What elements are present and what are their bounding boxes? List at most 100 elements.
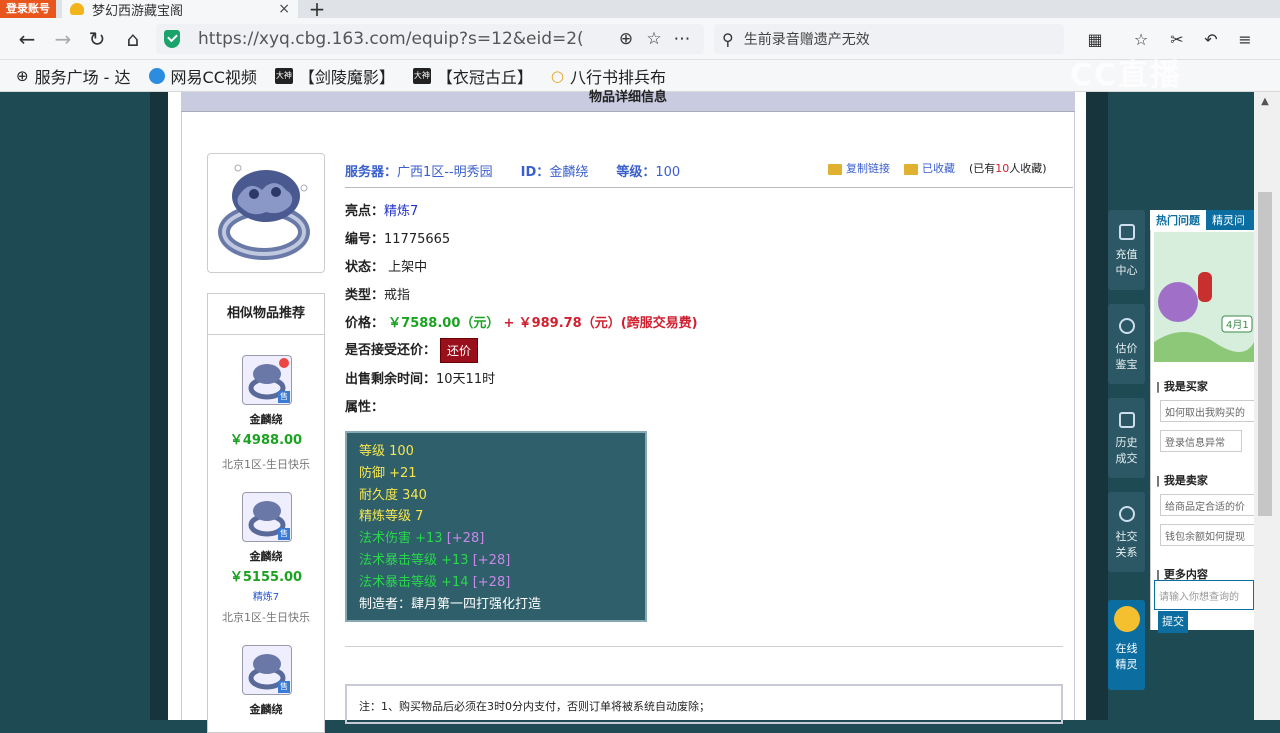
help-submit-button[interactable]: 提交 [1158,611,1188,633]
forward-arrow-icon[interactable]: → [50,26,76,52]
assistant-label: 精灵 [1115,658,1138,671]
promo-illustration: 4月1 [1154,232,1254,362]
search-box[interactable]: ⚲ 生前录音赠遗产无效 [714,24,1064,54]
bookmark-label: 【衣冠古丘】 [436,67,533,87]
status-label: 状态： [345,260,385,275]
bookmark-item[interactable]: 网易CC视频 [148,64,257,88]
page-stripe-right [1086,92,1108,720]
similar-item-server: 北京1区-生日快乐 [222,611,310,624]
apps-grid-icon[interactable]: ▦ [1084,30,1106,50]
bookmark-item[interactable]: 大神 【衣冠古丘】 [412,64,533,88]
tab-close-icon[interactable]: × [278,1,290,17]
scrollbar-thumb[interactable] [1258,192,1272,516]
address-bar[interactable]: https://xyq.cbg.163.com/equip?s=12&eid=2… [156,24,704,54]
history-icon [1118,412,1135,428]
ring-icon [218,164,310,260]
bookmark-item[interactable]: ⊕ 服务广场 - 达 [16,64,131,88]
undo-icon[interactable]: ↶ [1200,30,1222,50]
similar-items-title: 相似物品推荐 [207,293,325,335]
type-row: 类型：戒指 [345,284,410,303]
tab-hot-questions[interactable]: 热门问题 [1150,210,1206,230]
price-row: 价格： ￥7588.00（元） + ￥989.78（元）(跨服交易费) [345,312,698,331]
url-text[interactable]: https://xyq.cbg.163.com/equip?s=12&eid=2… [198,29,612,49]
history-deals-button[interactable]: 历史 成交 [1108,398,1145,478]
attribute-line: 防御 +21 [359,465,417,481]
magic-attribute-text: 法术伤害 +13 [359,531,443,547]
highlight-row: 亮点：精炼7 [345,200,418,219]
online-assistant-button[interactable]: 在线 精灵 [1108,600,1145,690]
menu-icon[interactable]: ≡ [1234,30,1256,50]
recharge-center-button[interactable]: 充值 中心 [1108,210,1145,290]
bookmark-label: 网易CC视频 [170,67,257,87]
tab-assistant[interactable]: 精灵问 [1206,210,1251,230]
similar-item-name[interactable]: 金麟绕 [207,411,325,427]
bookmark-star-icon[interactable]: ☆ [640,29,668,49]
price-label: 价格： [345,316,385,331]
side-label: 历史 [1115,436,1138,449]
section-title: 物品详细信息 [181,91,1075,112]
purchase-notice: 注：1、购买物品后必须在3时0分内支付，否则订单将被系统自动废除； [345,684,1063,724]
side-label: 估价 [1115,342,1138,355]
similar-item-name[interactable]: 金麟绕 [207,548,325,564]
favorited-label: 已收藏 [922,162,955,175]
more-dots-icon[interactable]: ⋯ [668,29,696,49]
similar-item-name[interactable]: 金麟绕 [207,701,325,717]
status-row: 状态： 上架中 [345,256,427,275]
hot-dot-icon [279,358,289,368]
copy-link[interactable]: 复制链接 [828,160,890,176]
search-icon: ○ [550,66,565,85]
bookmark-label: 服务广场 - 达 [34,67,131,87]
back-arrow-icon[interactable]: ← [14,26,40,52]
help-question[interactable]: 如何取出我购买的 [1160,400,1256,422]
attribute-box: 等级 100 防御 +21 耐久度 340 精炼等级 7 法术伤害 +13 [+… [345,431,647,622]
help-question[interactable]: 登录信息异常 [1160,430,1242,452]
reload-icon[interactable]: ↻ [84,26,110,52]
item-image [207,153,325,273]
social-button[interactable]: 社交 关系 [1108,492,1145,572]
counter-offer-button[interactable]: 还价 [440,338,479,363]
similar-item-thumbnail[interactable]: 售 [242,492,292,542]
home-icon[interactable]: ⌂ [120,26,146,52]
help-search-input[interactable]: 请输入你想查询的 [1154,580,1254,610]
favorites-icon[interactable]: ☆ [1130,30,1152,50]
cc-watermark: CC直播 [1070,58,1183,93]
favorite-links: 复制链接 已收藏 (已有10人收藏) [828,160,1047,176]
bookmark-item[interactable]: 大神 【剑陵魔影】 [274,64,395,88]
magic-attribute-text: 法术暴击等级 +14 [359,574,469,590]
attributes-label: 属性： [345,400,385,415]
copy-link-label: 复制链接 [846,162,890,175]
similar-item-thumbnail[interactable]: 售 [242,355,292,405]
side-label: 充值 [1115,248,1138,261]
scroll-up-arrow-icon[interactable]: ▲ [1258,96,1272,108]
maker-line: 制造者：肆月第一四打强化打造 [359,596,542,612]
serial-value: 11775665 [384,232,451,247]
screenshot-icon[interactable]: ✂ [1166,30,1188,50]
favorited-link[interactable]: 已收藏 [904,160,955,176]
similar-item-price: ￥4988.00 [229,433,303,448]
recharge-icon [1118,224,1135,240]
cross-server-fee: ￥989.78（元）(跨服交易费) [518,316,698,331]
status-value: 上架中 [388,260,428,275]
similar-item-price: ￥5155.00 [229,570,303,585]
bookmark-item[interactable]: ○ 八行书排兵布 [551,64,666,88]
attributes-row: 属性： [345,396,384,415]
help-question[interactable]: 给商品定合适的价 [1160,494,1256,516]
fav-count-suffix: 人收藏) [1009,162,1047,175]
promo-banner[interactable]: 4月1 [1154,232,1254,362]
cc-icon [148,67,165,84]
search-placeholder: 生前录音赠遗产无效 [743,32,870,48]
similar-item-server: 北京1区-生日快乐 [222,458,310,471]
zoom-icon[interactable]: ⊕ [612,29,640,49]
help-question[interactable]: 钱包余额如何提现 [1160,524,1256,546]
appraisal-button[interactable]: 估价 鉴宝 [1108,304,1145,384]
security-shield-icon [164,30,180,48]
help-tabs: 热门问题 精灵问 [1150,210,1260,230]
sold-badge: 售 [278,528,290,540]
similar-item-thumbnail[interactable]: 售 [242,645,292,695]
social-icon [1118,506,1135,522]
tab-title: 梦幻西游藏宝阁 [92,3,184,19]
page-background-left [0,92,150,720]
side-label: 中心 [1115,264,1138,277]
remaining-time-value: 10天11时 [436,372,496,387]
browser-tab[interactable]: 梦幻西游藏宝阁 × [62,0,298,19]
